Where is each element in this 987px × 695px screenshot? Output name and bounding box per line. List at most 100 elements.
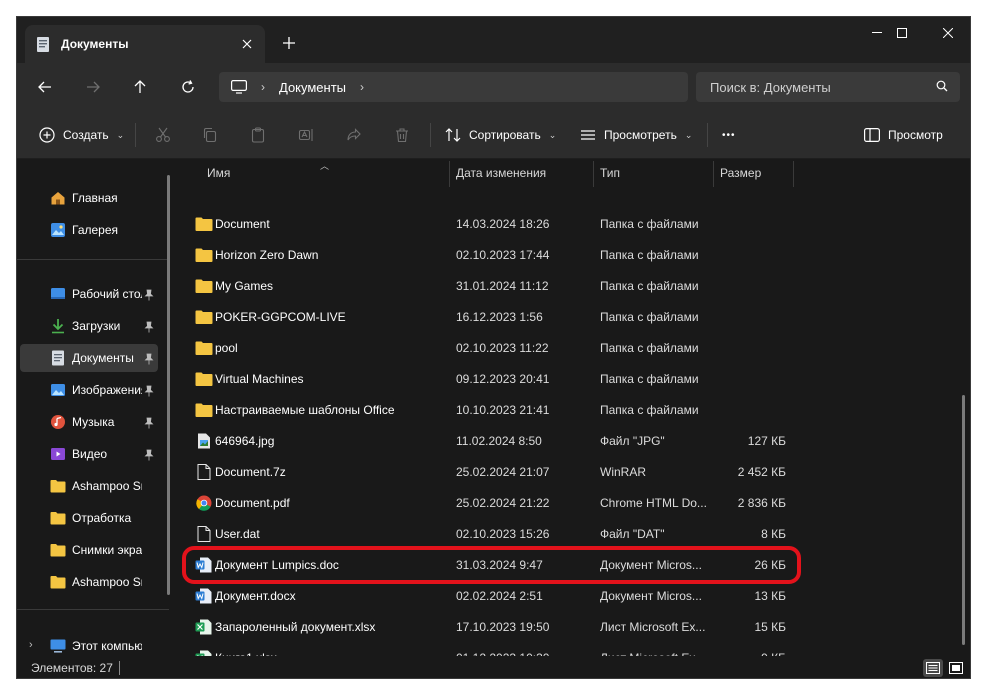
sidebar-item-label: Главная xyxy=(72,191,118,205)
sidebar-item-music[interactable]: Музыка xyxy=(20,408,158,436)
file-row[interactable]: 646964.jpg 11.02.2024 8:50 Файл "JPG" 127 К… xyxy=(193,426,813,457)
sidebar-scrollbar[interactable] xyxy=(167,163,170,643)
sidebar-item-ashampoo-snap-2[interactable]: Ashampoo Snap xyxy=(20,568,158,596)
file-type: Папка с файлами xyxy=(600,403,699,417)
back-button[interactable] xyxy=(29,71,61,103)
file-name: pool xyxy=(215,341,238,355)
chevron-right-icon[interactable]: › xyxy=(360,80,364,94)
file-type: Папка с файлами xyxy=(600,341,699,355)
file-row[interactable]: pool 02.10.2023 11:22 Папка с файлами xyxy=(193,333,813,364)
column-header-type[interactable]: Тип xyxy=(600,159,620,187)
pin-icon[interactable] xyxy=(144,385,154,397)
pin-icon[interactable] xyxy=(144,321,154,333)
pin-icon[interactable] xyxy=(144,449,154,461)
status-divider xyxy=(119,661,120,675)
file-row[interactable]: Document.pdf 25.02.2024 21:22 Chrome HTML … xyxy=(193,488,813,519)
delete-button[interactable] xyxy=(394,119,410,151)
sidebar-item-label: Снимки экрана xyxy=(72,543,142,557)
explorer-window: Документы › Документы › Поиск в: Докумен… xyxy=(16,16,971,679)
more-options-button[interactable]: ••• xyxy=(722,119,736,151)
up-button[interactable] xyxy=(124,71,156,103)
column-header-date[interactable]: Дата изменения xyxy=(456,159,546,187)
maximize-button[interactable] xyxy=(879,17,925,49)
pin-icon[interactable] xyxy=(144,417,154,429)
file-name: Document xyxy=(215,217,270,231)
folder-icon xyxy=(50,478,66,494)
tab-title: Документы xyxy=(61,37,129,51)
pin-icon[interactable] xyxy=(144,353,154,365)
sidebar-item-documents[interactable]: Документы xyxy=(20,344,158,372)
pin-icon[interactable] xyxy=(144,289,154,301)
title-bar: Документы xyxy=(17,17,970,63)
file-date: 17.10.2023 19:50 xyxy=(456,620,550,634)
file-type: Файл "JPG" xyxy=(600,434,665,448)
file-type: Папка с файлами xyxy=(600,310,699,324)
address-bar[interactable]: › Документы › xyxy=(219,72,688,102)
share-button[interactable] xyxy=(346,119,362,151)
sidebar-item-home[interactable]: Главная xyxy=(20,184,158,212)
file-date: 16.12.2023 1:56 xyxy=(456,310,543,324)
scrollbar-thumb[interactable] xyxy=(167,175,170,595)
sidebar-item-label: Музыка xyxy=(72,415,115,429)
sidebar-item-screenshots[interactable]: Снимки экрана xyxy=(20,536,158,564)
breadcrumb-documents[interactable]: Документы xyxy=(279,80,346,95)
file-row[interactable]: My Games 31.01.2024 11:12 Папка с файлами xyxy=(193,271,813,302)
file-row[interactable]: Документ.docx 02.02.2024 2:51 Документ Mic… xyxy=(193,581,813,612)
file-name: My Games xyxy=(215,279,274,293)
cut-button[interactable] xyxy=(155,119,171,151)
search-input[interactable]: Поиск в: Документы xyxy=(696,72,960,102)
file-row[interactable]: POKER-GGPCOM-LIVE 16.12.2023 1:56 Папка с … xyxy=(193,302,813,333)
file-row[interactable]: Document.7z 25.02.2024 21:07 WinRAR 2 452 К… xyxy=(193,457,813,488)
details-view-button[interactable] xyxy=(923,659,943,677)
sidebar-item-desktop[interactable]: Рабочий стол xyxy=(20,280,158,308)
desktop-folder-icon xyxy=(50,286,66,302)
column-header-name[interactable]: Имя xyxy=(207,159,230,187)
sidebar-item-video[interactable]: Видео xyxy=(20,440,158,468)
tab-close-button[interactable] xyxy=(231,28,263,60)
sidebar-item-pictures[interactable]: Изображения xyxy=(20,376,158,404)
rename-button[interactable] xyxy=(298,119,314,151)
share-icon xyxy=(347,128,361,141)
view-button[interactable]: Просмотреть ⌄ xyxy=(580,119,692,151)
file-row[interactable]: Настраиваемые шаблоны Office 10.10.2023 2… xyxy=(193,395,813,426)
chevron-down-icon: ⌄ xyxy=(684,129,693,140)
file-name: POKER-GGPCOM-LIVE xyxy=(215,310,346,324)
sidebar-item-gallery[interactable]: Галерея xyxy=(20,216,158,244)
sort-ascending-icon: ︿ xyxy=(320,161,330,171)
file-row[interactable]: Horizon Zero Dawn 02.10.2023 17:44 Папка с… xyxy=(193,240,813,271)
sidebar-item-ashampoo-snap[interactable]: Ashampoo Snap xyxy=(20,472,158,500)
sidebar-item-otrabotka[interactable]: Отработка xyxy=(20,504,158,532)
new-button[interactable]: Создать ⌄ xyxy=(39,119,124,151)
chevron-down-icon: ⌄ xyxy=(548,129,557,140)
rename-icon xyxy=(298,129,313,141)
column-divider[interactable] xyxy=(593,161,594,187)
file-name: Horizon Zero Dawn xyxy=(215,248,319,262)
sidebar-item-downloads[interactable]: Загрузки xyxy=(20,312,158,340)
tab-documents[interactable]: Документы xyxy=(25,25,265,63)
preview-pane-button[interactable]: Просмотр xyxy=(864,119,943,151)
close-window-button[interactable] xyxy=(925,17,970,49)
copy-icon xyxy=(203,127,217,143)
folder-icon xyxy=(50,574,66,590)
file-row[interactable]: Document 14.03.2024 18:26 Папка с файлами xyxy=(193,209,813,240)
paste-button[interactable] xyxy=(250,119,266,151)
copy-button[interactable] xyxy=(202,119,218,151)
tiles-view-button[interactable] xyxy=(946,659,966,677)
new-tab-button[interactable] xyxy=(275,29,303,57)
file-row[interactable]: Запароленный документ.xlsx 17.10.2023 19:… xyxy=(193,612,813,643)
column-divider[interactable] xyxy=(449,161,450,187)
file-list-scrollbar[interactable] xyxy=(962,395,965,645)
forward-button[interactable] xyxy=(77,71,109,103)
plus-icon xyxy=(283,37,295,49)
arrow-up-icon xyxy=(134,80,146,93)
chevron-right-icon[interactable]: › xyxy=(261,80,265,94)
column-header-size[interactable]: Размер xyxy=(720,159,761,187)
scissors-icon xyxy=(156,127,170,142)
sort-button[interactable]: Сортировать ⌄ xyxy=(445,119,556,151)
refresh-button[interactable] xyxy=(172,71,204,103)
column-divider[interactable] xyxy=(793,161,794,187)
chevron-down-icon: ⌄ xyxy=(116,129,125,140)
column-divider[interactable] xyxy=(713,161,714,187)
file-row[interactable]: Virtual Machines 09.12.2023 20:41 Папка с … xyxy=(193,364,813,395)
expand-chevron-icon[interactable]: › xyxy=(29,639,33,651)
